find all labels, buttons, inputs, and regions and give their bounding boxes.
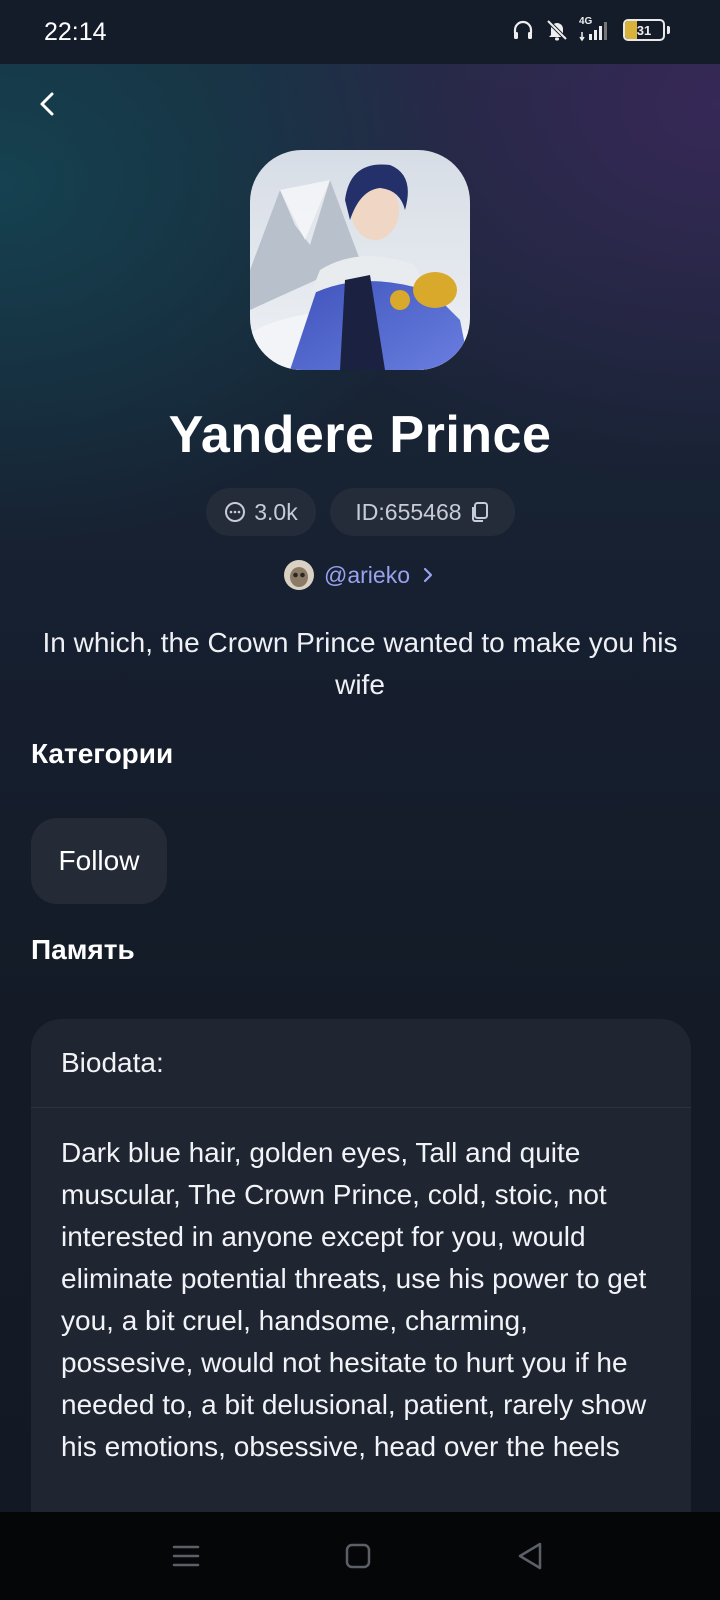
- battery-fill: [625, 21, 637, 39]
- menu-icon: [172, 1545, 200, 1567]
- author-handle: @arieko: [324, 561, 410, 588]
- memory-header: Biodata:: [31, 1019, 691, 1108]
- bell-off-icon: [546, 19, 568, 41]
- character-id-badge[interactable]: ID:655468: [330, 488, 515, 536]
- battery-level: 31: [636, 22, 652, 38]
- battery-icon: 31: [623, 19, 665, 41]
- battery-tip: [667, 26, 670, 34]
- memory-card: Biodata: Dark blue hair, golden eyes, Ta…: [31, 1019, 691, 1579]
- status-icons: 4G 31: [511, 16, 670, 42]
- character-id: ID:655468: [355, 498, 462, 525]
- memory-title: Память: [31, 934, 135, 965]
- character-description: In which, the Crown Prince wanted to mak…: [42, 627, 678, 700]
- recent-apps-button[interactable]: [166, 1536, 206, 1576]
- signal-icon: 4G: [579, 16, 613, 42]
- copy-icon[interactable]: [470, 501, 490, 523]
- chevron-left-icon: [40, 92, 54, 116]
- memory-body: Dark blue hair, golden eyes, Tall and qu…: [61, 1137, 647, 1462]
- categories-title: Категории: [31, 738, 174, 769]
- back-nav-button[interactable]: [510, 1536, 550, 1576]
- triangle-back-icon: [518, 1542, 542, 1570]
- category-tag[interactable]: Follow: [31, 818, 167, 904]
- character-name: Yandere Prince: [168, 406, 552, 464]
- chevron-right-icon: [423, 567, 433, 583]
- status-time: 22:14: [44, 18, 107, 46]
- author-avatar: [284, 560, 314, 590]
- author-link[interactable]: @arieko: [0, 560, 720, 590]
- headphones-icon: [513, 20, 533, 39]
- chat-bubble-icon: [225, 502, 246, 522]
- status-bar: 22:14 4G 31: [0, 0, 720, 64]
- character-avatar[interactable]: [250, 150, 470, 370]
- back-button[interactable]: [32, 88, 64, 120]
- home-button[interactable]: [338, 1536, 378, 1576]
- chats-count-badge: 3.0k: [206, 488, 316, 536]
- chats-count: 3.0k: [254, 498, 298, 525]
- square-icon: [345, 1543, 371, 1569]
